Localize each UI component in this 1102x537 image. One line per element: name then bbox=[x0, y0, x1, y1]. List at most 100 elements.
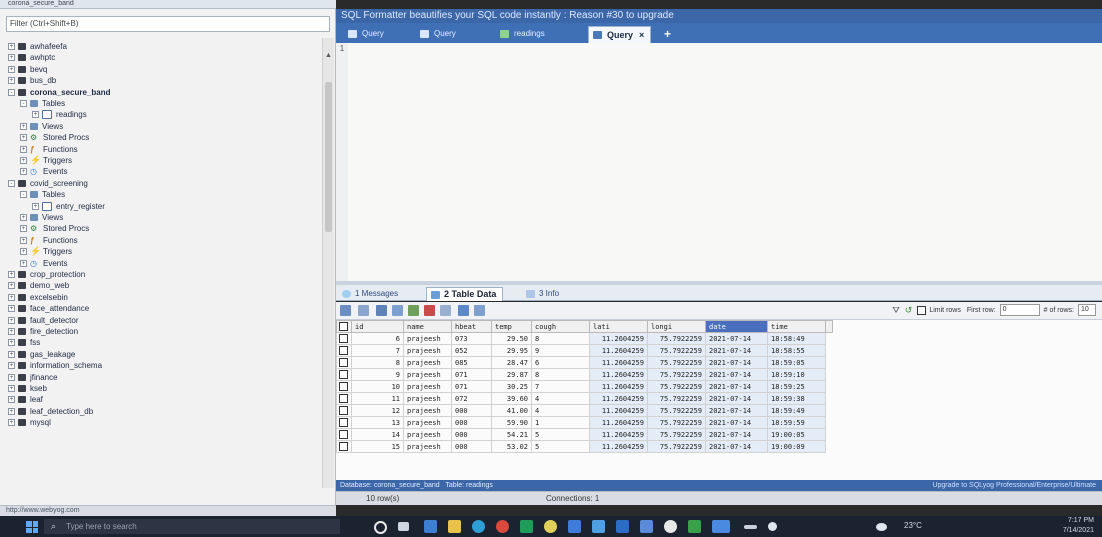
tree-node[interactable]: + awhptc bbox=[8, 53, 55, 62]
table-cell-id[interactable]: 6 bbox=[351, 332, 404, 345]
table-cell-date[interactable]: 2021-07-14 bbox=[705, 440, 768, 453]
tree-node[interactable]: + fss bbox=[8, 338, 40, 347]
expand-icon[interactable]: + bbox=[8, 271, 15, 278]
app-icon[interactable] bbox=[520, 520, 533, 533]
expand-icon[interactable]: + bbox=[8, 43, 15, 50]
table-cell-longi[interactable]: 75.7922259 bbox=[647, 380, 706, 393]
table-cell-longi[interactable]: 75.7922259 bbox=[647, 404, 706, 417]
table-cell-longi[interactable]: 75.7922259 bbox=[647, 392, 706, 405]
table-cell-time[interactable]: 18:59:25 bbox=[767, 380, 826, 393]
tree-node[interactable]: + bus_db bbox=[8, 76, 56, 85]
row-checkbox-cell[interactable] bbox=[336, 380, 352, 393]
tree-node[interactable]: + ⚙ Stored Procs bbox=[20, 133, 89, 142]
table-cell-id[interactable]: 12 bbox=[351, 404, 404, 417]
reset-icon[interactable]: ↺ bbox=[905, 305, 913, 316]
tree-node[interactable]: + bevq bbox=[8, 65, 47, 74]
table-cell-temp[interactable]: 29.50 bbox=[491, 332, 532, 345]
table-cell-name[interactable]: prajeesh bbox=[403, 416, 452, 429]
tree-node[interactable]: + gas_leakage bbox=[8, 350, 75, 359]
table-cell-hbeat[interactable]: 073 bbox=[451, 332, 492, 345]
collapse-icon[interactable]: - bbox=[8, 179, 15, 187]
table-cell-lati[interactable]: 11.2604259 bbox=[589, 440, 648, 453]
expand-icon[interactable]: + bbox=[20, 225, 27, 233]
expand-icon[interactable]: + bbox=[20, 248, 27, 256]
file-explorer-icon[interactable] bbox=[448, 520, 461, 533]
app-icon[interactable] bbox=[744, 525, 757, 529]
tree-node[interactable]: + fault_detector bbox=[8, 316, 78, 325]
column-header-date[interactable]: date bbox=[705, 320, 768, 333]
text-view-icon[interactable] bbox=[458, 305, 469, 316]
table-row[interactable]: 9 prajeesh 071 29.87 8 11.2604259 75.7922259 20… bbox=[336, 368, 833, 381]
table-cell-temp[interactable]: 29.95 bbox=[491, 344, 532, 357]
weather-icon[interactable] bbox=[876, 523, 887, 531]
checkbox[interactable] bbox=[339, 334, 348, 343]
table-cell-cough[interactable]: 5 bbox=[531, 428, 590, 441]
table-cell-temp[interactable]: 59.90 bbox=[491, 416, 532, 429]
tree-node[interactable]: + information_schema bbox=[8, 361, 102, 370]
checkbox[interactable] bbox=[339, 370, 348, 379]
windows-start-icon[interactable] bbox=[26, 521, 38, 533]
expand-icon[interactable]: + bbox=[8, 396, 15, 404]
tree-node[interactable]: + awhafeefa bbox=[8, 42, 67, 51]
tree-node[interactable]: + jfinance bbox=[8, 373, 58, 382]
expand-icon[interactable]: + bbox=[20, 134, 27, 142]
app-icon[interactable] bbox=[768, 522, 777, 531]
table-cell-time[interactable]: 18:59:38 bbox=[767, 392, 826, 405]
column-icon[interactable] bbox=[474, 305, 485, 316]
add-tab-button[interactable]: + bbox=[664, 27, 671, 41]
chrome-icon[interactable] bbox=[496, 520, 509, 533]
row-checkbox-cell[interactable] bbox=[336, 368, 352, 381]
expand-icon[interactable]: + bbox=[20, 259, 27, 267]
table-cell-temp[interactable]: 54.21 bbox=[491, 428, 532, 441]
table-cell-cough[interactable]: 1 bbox=[531, 416, 590, 429]
expand-icon[interactable]: + bbox=[8, 54, 15, 62]
table-cell-lati[interactable]: 11.2604259 bbox=[589, 404, 648, 417]
table-cell-cough[interactable]: 4 bbox=[531, 392, 590, 405]
expand-icon[interactable]: + bbox=[20, 214, 27, 221]
form-view-icon[interactable] bbox=[358, 305, 369, 316]
table-cell-date[interactable]: 2021-07-14 bbox=[705, 344, 768, 357]
table-row[interactable]: 7 prajeesh 052 29.95 9 11.2604259 75.7922259 20… bbox=[336, 344, 833, 357]
weather-temperature[interactable]: 23°C bbox=[904, 521, 922, 530]
table-cell-name[interactable]: prajeesh bbox=[403, 368, 452, 381]
table-cell-date[interactable]: 2021-07-14 bbox=[705, 368, 768, 381]
app-icon[interactable] bbox=[640, 520, 653, 533]
column-header-hbeat[interactable]: hbeat bbox=[451, 320, 492, 333]
insert-row-icon[interactable] bbox=[392, 305, 403, 316]
table-cell-lati[interactable]: 11.2604259 bbox=[589, 332, 648, 345]
table-cell-id[interactable]: 15 bbox=[351, 440, 404, 453]
expand-icon[interactable]: + bbox=[32, 202, 39, 210]
tab-messages[interactable]: 1 Messages bbox=[338, 287, 404, 300]
table-cell-temp[interactable]: 28.47 bbox=[491, 356, 532, 369]
system-tray-clock[interactable]: 7:17 PM 7/14/2021 bbox=[1063, 516, 1094, 537]
tree-scrollbar[interactable]: ▲ bbox=[322, 38, 334, 488]
checkbox[interactable] bbox=[339, 358, 348, 367]
expand-icon[interactable]: + bbox=[8, 350, 15, 358]
column-header-temp[interactable]: temp bbox=[491, 320, 532, 333]
expand-icon[interactable]: + bbox=[8, 77, 15, 85]
expand-icon[interactable]: + bbox=[8, 328, 15, 335]
table-row[interactable]: 13 prajeesh 000 59.90 1 11.2604259 75.7922259 2… bbox=[336, 416, 833, 429]
table-cell-date[interactable]: 2021-07-14 bbox=[705, 416, 768, 429]
table-cell-name[interactable]: prajeesh bbox=[403, 380, 452, 393]
export-icon[interactable] bbox=[376, 305, 387, 316]
app-icon[interactable] bbox=[688, 520, 701, 533]
first-row-input[interactable]: 0 bbox=[999, 304, 1040, 316]
app-icon[interactable] bbox=[664, 520, 677, 533]
table-cell-name[interactable]: prajeesh bbox=[403, 428, 452, 441]
table-cell-time[interactable]: 18:59:59 bbox=[767, 416, 826, 429]
checkbox[interactable] bbox=[339, 418, 348, 427]
table-cell-lati[interactable]: 11.2604259 bbox=[589, 356, 648, 369]
collapse-icon[interactable]: - bbox=[8, 88, 15, 96]
row-checkbox-cell[interactable] bbox=[336, 392, 352, 405]
table-cell-id[interactable]: 7 bbox=[351, 344, 404, 357]
app-icon[interactable] bbox=[616, 520, 629, 533]
tree-node[interactable]: + Views bbox=[20, 122, 63, 131]
row-checkbox-cell[interactable] bbox=[336, 356, 352, 369]
tree-node[interactable]: + excelsebin bbox=[8, 293, 68, 302]
tree-node[interactable]: + mysql bbox=[8, 418, 51, 427]
table-cell-longi[interactable]: 75.7922259 bbox=[647, 416, 706, 429]
column-header-cough[interactable]: cough bbox=[531, 320, 590, 333]
table-row[interactable]: 6 prajeesh 073 29.50 8 11.2604259 75.7922259 20… bbox=[336, 332, 833, 345]
table-cell-name[interactable]: prajeesh bbox=[403, 440, 452, 453]
